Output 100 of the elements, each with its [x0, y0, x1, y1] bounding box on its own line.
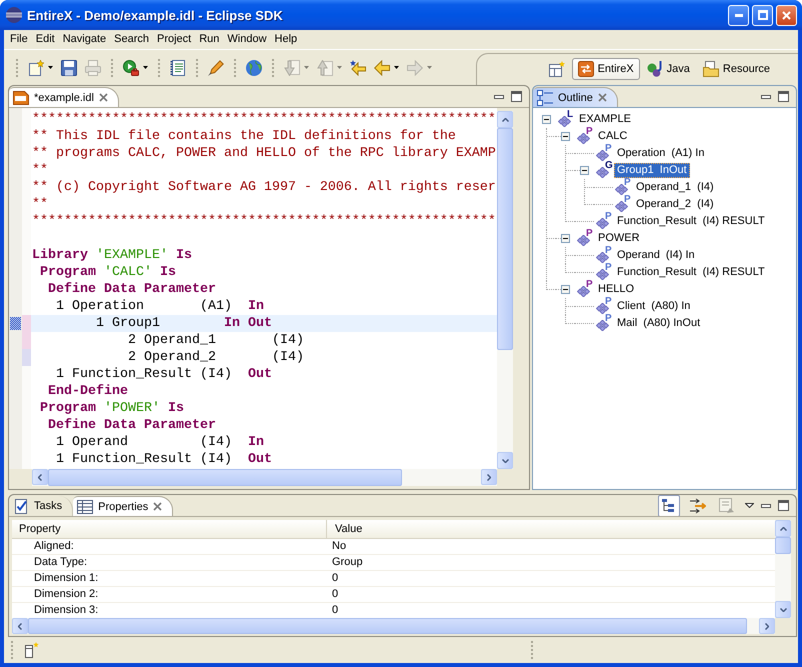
- table-cell-text: Dimension 3:: [33, 603, 100, 618]
- tree-item[interactable]: Client (A80) In: [614, 299, 694, 314]
- scroll-up-button[interactable]: [775, 520, 791, 537]
- diamond-cluster-icon: [596, 218, 609, 229]
- code-line: 1 Function_Result (I4) Out: [56, 367, 272, 382]
- menu-item[interactable]: Window: [223, 31, 271, 48]
- vertical-scrollbar[interactable]: [775, 520, 791, 618]
- window-title: EntireX - Demo/example.idl - Eclipse SDK: [27, 8, 284, 22]
- perspective-button[interactable]: Resource: [696, 58, 776, 80]
- type-letter: L: [567, 110, 574, 120]
- perspective-button[interactable]: Java: [640, 58, 696, 80]
- panel-tab[interactable]: Properties: [73, 496, 174, 516]
- tree-item[interactable]: EXAMPLE: [576, 112, 634, 127]
- scroll-right-button[interactable]: [759, 618, 775, 634]
- tree-item[interactable]: CALC: [595, 129, 630, 144]
- panel-star-icon[interactable]: [25, 642, 39, 658]
- code-line: 1 Operand (I4) In: [56, 435, 264, 450]
- tree-item[interactable]: Operand_2 (I4): [633, 197, 717, 212]
- menu-item[interactable]: Search: [110, 31, 153, 48]
- outline-tab[interactable]: Outline: [533, 87, 618, 107]
- page-down-arrow-icon: [284, 60, 300, 76]
- diamond-cluster-icon: [596, 167, 609, 178]
- maximize-button[interactable]: [752, 4, 773, 26]
- chevron-up-icon: [502, 118, 508, 122]
- view-menu-icon[interactable]: [745, 503, 754, 508]
- tree-item[interactable]: Mail (A80) InOut: [614, 316, 704, 331]
- page-up-arrow-icon: [317, 60, 333, 76]
- exchange-arrows-icon: [578, 60, 594, 76]
- arrows-icon: [690, 498, 706, 514]
- circles-hook-icon: [646, 60, 663, 76]
- code-line: Program 'POWER' Is: [40, 401, 184, 416]
- scroll-left-button[interactable]: [12, 618, 28, 634]
- vertical-scrollbar[interactable]: [497, 111, 513, 469]
- scroll-thumb[interactable]: [775, 537, 791, 554]
- scroll-right-button[interactable]: [481, 469, 497, 485]
- close-icon[interactable]: [98, 93, 108, 102]
- chevron-down-icon: [502, 458, 508, 462]
- menu-item[interactable]: Help: [270, 31, 302, 48]
- column-header[interactable]: Value: [327, 520, 775, 538]
- code-line: 2 Operand_1 (I4): [128, 333, 304, 348]
- close-button[interactable]: [776, 4, 797, 26]
- close-icon[interactable]: [598, 93, 607, 102]
- scroll-thumb[interactable]: [497, 128, 513, 350]
- minimize-icon[interactable]: [494, 94, 504, 98]
- menu-item[interactable]: File: [6, 31, 32, 48]
- minus-box-icon[interactable]: [580, 166, 589, 175]
- clipboard-check-icon: [13, 498, 29, 514]
- column-header[interactable]: Property: [12, 520, 327, 538]
- scroll-left-button[interactable]: [32, 469, 48, 485]
- menu-item[interactable]: Run: [195, 31, 224, 48]
- categories-button[interactable]: [658, 495, 680, 516]
- tree-item[interactable]: Function_Result (I4) RESULT: [614, 214, 768, 229]
- code-line: 2 Operand_2 (I4): [128, 350, 304, 365]
- globe-icon: [246, 60, 262, 76]
- panel-tab[interactable]: Tasks: [9, 496, 74, 516]
- scroll-down-button[interactable]: [775, 601, 791, 618]
- code-line: **********************************************************: [32, 112, 496, 127]
- star-arrow-left-icon: [350, 60, 366, 76]
- chevron-up-icon: [780, 526, 786, 530]
- tree-item[interactable]: Operand (I4) In: [614, 248, 698, 263]
- code-line: **: [32, 197, 48, 212]
- table-cell-text: 0: [331, 587, 340, 602]
- code-line: ** (c) Copyright Software AG 1997 - 2006. All rights reser: [32, 180, 496, 195]
- minus-box-icon[interactable]: [561, 285, 570, 294]
- table-cell-text: Dimension 1:: [33, 571, 100, 586]
- table-cell-text: Group: [331, 555, 364, 570]
- maximize-icon[interactable]: [778, 500, 789, 511]
- menu-item[interactable]: Edit: [32, 31, 59, 48]
- minimize-button[interactable]: [728, 4, 749, 26]
- scroll-down-button[interactable]: [497, 452, 513, 469]
- chevron-down-icon: [780, 608, 786, 612]
- minus-box-icon[interactable]: [561, 132, 570, 141]
- menu-item[interactable]: Project: [152, 31, 196, 48]
- close-icon[interactable]: [153, 502, 162, 511]
- minus-box-icon[interactable]: [542, 115, 551, 124]
- tree-item[interactable]: Operation (A1) In: [614, 146, 708, 161]
- chevron-right-icon: [487, 474, 491, 480]
- perspective-button[interactable]: EntireX: [572, 58, 640, 80]
- code-line: 1 Group1 In Out: [96, 316, 272, 331]
- horizontal-scrollbar[interactable]: [32, 469, 497, 486]
- minus-box-icon[interactable]: [561, 234, 570, 243]
- maximize-icon[interactable]: [778, 91, 789, 102]
- table-cell-text: 0: [331, 603, 340, 618]
- tree-item[interactable]: HELLO: [595, 282, 638, 297]
- minimize-icon[interactable]: [761, 504, 771, 508]
- maximize-icon[interactable]: [511, 91, 522, 102]
- type-letter: P: [624, 178, 631, 188]
- menu-item[interactable]: Navigate: [58, 31, 110, 48]
- diamond-cluster-icon: [577, 235, 590, 246]
- tree-item[interactable]: Operand_1 (I4): [633, 180, 717, 195]
- scroll-thumb[interactable]: [48, 469, 402, 486]
- tree-item[interactable]: POWER: [595, 231, 643, 246]
- type-letter: G: [605, 161, 613, 171]
- editor-tab[interactable]: *example.idl: [9, 87, 119, 107]
- minimize-icon[interactable]: [761, 94, 771, 98]
- table-cell-text: 0: [331, 571, 340, 586]
- tree-item[interactable]: Group1 InOut: [614, 163, 690, 178]
- type-letter: P: [605, 314, 612, 324]
- scroll-up-button[interactable]: [497, 111, 513, 128]
- tree-item[interactable]: Function_Result (I4) RESULT: [614, 265, 768, 280]
